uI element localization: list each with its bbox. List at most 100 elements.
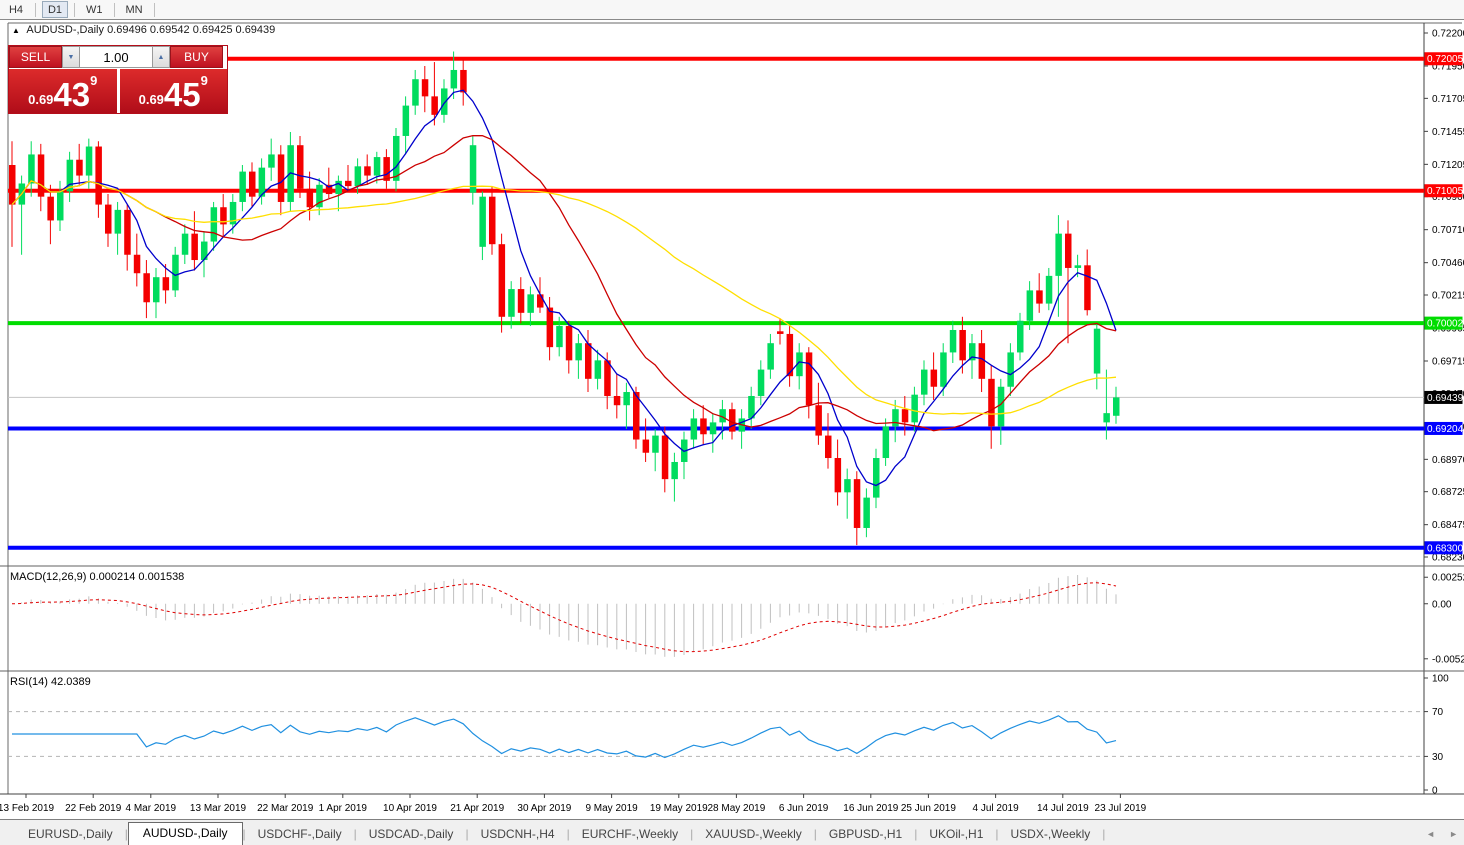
volume-increase-button[interactable]: ▲ (152, 46, 170, 68)
chart-tab-eurusd-daily[interactable]: EURUSD-,Daily (16, 824, 125, 845)
spinner-up-icon: ▲ (158, 54, 165, 61)
candle (883, 426, 890, 458)
candle (921, 370, 928, 395)
svg-text:0.70002: 0.70002 (1427, 319, 1464, 330)
candle (815, 405, 822, 435)
timeframe-button-w1[interactable]: W1 (81, 1, 108, 18)
chart-tab-eurchf-weekly[interactable]: EURCHF-,Weekly (570, 824, 690, 845)
chart-tab-xauusd-weekly[interactable]: XAUUSD-,Weekly (693, 824, 813, 845)
candle (518, 289, 525, 313)
candle (604, 360, 611, 396)
svg-text:0.68300: 0.68300 (1427, 543, 1464, 554)
candle (335, 181, 342, 194)
candle (652, 436, 659, 453)
price-axis-tick: 0.71205 (1432, 160, 1464, 171)
candle (441, 88, 448, 114)
date-axis-label: 10 Apr 2019 (383, 803, 437, 814)
tab-separator: | (1102, 827, 1105, 845)
volume-input[interactable] (80, 46, 152, 68)
buy-price-display[interactable]: 0.69 45 9 (120, 69, 228, 113)
candle (566, 326, 573, 360)
sell-price-prefix: 0.69 (28, 93, 53, 109)
candle (393, 136, 400, 181)
date-axis-label: 16 Jun 2019 (843, 803, 898, 814)
candle (57, 191, 64, 220)
candle (383, 157, 390, 181)
price-axis-tick: 0.68475 (1432, 520, 1464, 531)
chart-tab-gbpusd-h1[interactable]: GBPUSD-,H1 (817, 824, 914, 845)
tab-scroll-left-icon[interactable]: ◄ (1426, 829, 1435, 839)
candle (422, 79, 429, 96)
chart-tab-usdcnh-h4[interactable]: USDCNH-,H4 (469, 824, 567, 845)
date-axis-label: 22 Feb 2019 (65, 803, 122, 814)
chart-tab-usdx-weekly[interactable]: USDX-,Weekly (999, 824, 1103, 845)
chart-tab-usdchf-daily[interactable]: USDCHF-,Daily (246, 824, 354, 845)
candle (1046, 276, 1053, 304)
chart-tab-ukoil-h1[interactable]: UKOil-,H1 (917, 824, 995, 845)
date-axis-label: 14 Jul 2019 (1037, 803, 1089, 814)
timeframe-button-d1[interactable]: D1 (42, 1, 68, 18)
chart-tab-audusd-daily[interactable]: AUDUSD-,Daily (128, 822, 243, 845)
price-axis-tick: 0.70460 (1432, 258, 1464, 269)
candle (355, 166, 362, 186)
toolbar-separator (74, 3, 75, 17)
candle (143, 273, 150, 302)
candle (403, 106, 410, 136)
candle (671, 462, 678, 479)
candle (499, 244, 506, 317)
date-axis-label: 13 Mar 2019 (190, 803, 247, 814)
candle (758, 370, 765, 396)
timeframe-button-mn[interactable]: MN (121, 1, 148, 18)
macd-indicator-label: MACD(12,26,9) 0.000214 0.001538 (10, 571, 184, 583)
candle (28, 154, 35, 183)
sell-button[interactable]: SELL (9, 46, 62, 68)
buy-price-sup: 9 (201, 73, 208, 88)
candle (86, 147, 93, 176)
candle (239, 172, 246, 202)
candle (470, 145, 477, 193)
date-axis-label: 22 Mar 2019 (257, 803, 314, 814)
chart-window: 0.722000.719500.717050.714550.712050.709… (0, 21, 1464, 819)
candle (835, 458, 842, 492)
candle (211, 207, 218, 241)
candle (825, 436, 832, 458)
chart-tab-usdcad-daily[interactable]: USDCAD-,Daily (357, 824, 466, 845)
buy-price-big: 45 (164, 81, 201, 109)
macd-axis-tick: -0.005234 (1432, 654, 1464, 665)
spinner-down-icon: ▼ (68, 54, 75, 61)
date-axis-label: 30 Apr 2019 (517, 803, 571, 814)
tab-scroll-right-icon[interactable]: ► (1449, 829, 1458, 839)
candle (115, 210, 122, 234)
timeframe-button-h4[interactable]: H4 (3, 1, 29, 18)
candle (873, 458, 880, 498)
buy-button[interactable]: BUY (170, 46, 223, 68)
date-axis-label: 25 Jun 2019 (901, 803, 956, 814)
price-chart-canvas[interactable]: 0.722000.719500.717050.714550.712050.709… (0, 21, 1464, 819)
rsi-axis-tick: 0 (1432, 786, 1438, 797)
volume-decrease-button[interactable]: ▼ (62, 46, 80, 68)
candle (105, 205, 112, 234)
candle (527, 294, 534, 312)
candle (988, 379, 995, 427)
candle (662, 436, 669, 480)
candle (47, 197, 54, 221)
candle (998, 387, 1005, 427)
rsi-axis-tick: 30 (1432, 752, 1444, 763)
sell-price-sup: 9 (90, 73, 97, 88)
candle (537, 294, 544, 307)
candle (950, 330, 957, 352)
sell-price-display[interactable]: 0.69 43 9 (9, 69, 117, 113)
candle (489, 197, 496, 245)
svg-text:0.72005: 0.72005 (1427, 54, 1464, 65)
date-axis-label: 21 Apr 2019 (450, 803, 504, 814)
candle (700, 418, 707, 434)
rsi-axis-tick: 70 (1432, 707, 1444, 718)
candle (710, 422, 717, 434)
candle (163, 277, 170, 290)
candle (249, 172, 256, 197)
candle (863, 498, 870, 528)
sell-price-big: 43 (53, 81, 90, 109)
candle (345, 181, 352, 186)
candle (892, 409, 899, 426)
date-axis-label: 4 Jul 2019 (973, 803, 1020, 814)
